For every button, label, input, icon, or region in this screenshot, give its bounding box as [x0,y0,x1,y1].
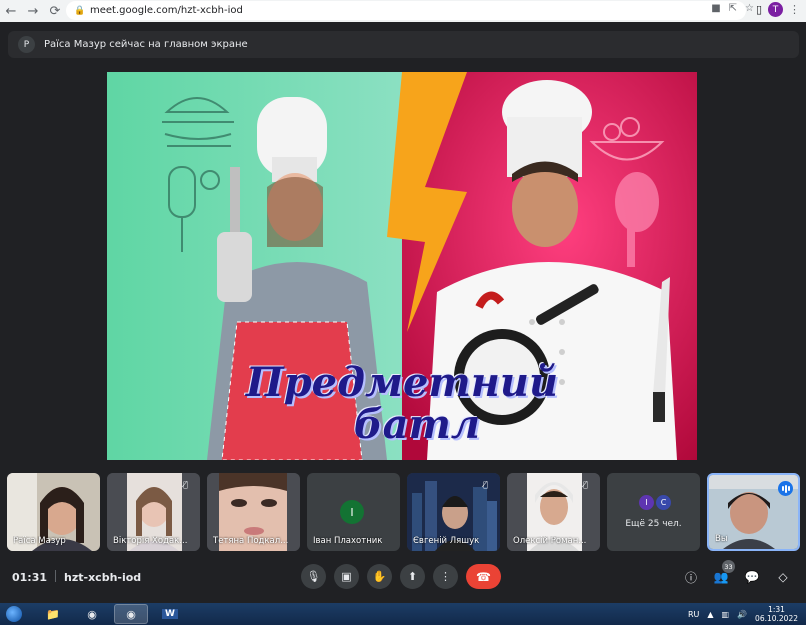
participant-name: Євгеній Ляшук [413,536,480,546]
side-panel-icon[interactable]: ▯ [756,3,762,16]
clock-time: 1:31 [768,605,785,614]
meeting-details-button[interactable]: ⓘ [682,568,700,586]
hang-up-icon: ☎ [476,569,491,584]
profile-avatar[interactable]: T [768,2,783,17]
participant-tile[interactable]: 🎙̸ Олексій Роман... [507,473,600,551]
activities-icon: ◇ [778,570,788,584]
address-bar[interactable]: 🔒 meet.google.com/hzt-xcbh-iod [66,1,746,20]
participant-tile[interactable]: Тетяна Подкал... [207,473,300,551]
speaking-indicator-icon [778,481,793,496]
slide-title-line1: Предметний [245,359,559,406]
participant-name: Іван Плахотник [313,536,383,546]
participant-tile[interactable]: І Іван Плахотник [307,473,400,551]
meeting-code: hzt-xcbh-iod [64,571,142,584]
presenter-avatar: Р [18,36,35,53]
omnibox-actions: ■ ⇱ ☆ [711,3,754,14]
start-button[interactable] [0,603,28,625]
network-icon[interactable]: ▥ [722,610,730,619]
lock-icon: 🔒 [74,5,86,16]
chrome-right-controls: ▯ T ⋮ [756,2,800,17]
microphone-icon: 🎙 [306,570,321,583]
folder-icon: 📁 [46,607,60,621]
camera-button[interactable]: ▣ [334,564,359,589]
activities-button[interactable]: ◇ [774,568,792,586]
meeting-time: 01:31 [12,571,48,584]
participant-name: Раїса Мазур [13,536,66,546]
browser-menu-icon[interactable]: ⋮ [789,3,800,16]
present-screen-icon: ⬆ [407,570,418,583]
camera-indicator-icon[interactable]: ■ [711,3,720,14]
chat-icon: 💬 [744,570,760,584]
mic-off-icon: 🎙̸ [483,480,488,489]
reload-icon[interactable]: ⟳ [44,0,66,22]
meeting-controls: 01:31 hzt-xcbh-iod 🎙 ▣ ✋ ⬆ ⋮ ☎ ⓘ 👥 33 💬 ◇ [0,560,806,595]
clock-date: 06.10.2022 [755,614,798,623]
slide-title: Предметний батл [107,362,697,446]
shared-screen: Предметний батл [107,72,697,460]
back-icon[interactable]: ← [0,0,22,22]
self-view-tile[interactable]: Вы [707,473,800,551]
forward-icon[interactable]: → [22,0,44,22]
participant-name: Вы [715,534,728,544]
participant-name: Тетяна Подкал... [213,536,289,546]
chrome-icon: ◉ [126,607,136,621]
word-taskbar-button[interactable]: W [153,604,187,624]
more-vert-icon: ⋮ [440,570,451,583]
participant-avatar: І [340,500,364,524]
url-text: meet.google.com/hzt-xcbh-iod [90,5,243,16]
participant-name: Олексій Роман... [513,536,587,546]
chrome-icon: ◉ [87,607,97,621]
hand-icon: ✋ [372,570,387,583]
share-icon[interactable]: ⇱ [729,3,737,14]
presenting-banner: Р Раїса Мазур сейчас на главном экране [8,31,799,58]
participant-avatar: І [639,495,654,510]
more-participants-avatars: І С [639,495,671,510]
os-taskbar: 📁 ◉ ◉ W RU ▲ ▥ 🔊 1:31 06.10.2022 [0,603,806,625]
tray-expand-icon[interactable]: ▲ [707,610,713,619]
participant-avatar: С [656,495,671,510]
mic-off-icon: 🎙̸ [583,480,588,489]
system-tray: RU ▲ ▥ 🔊 1:31 06.10.2022 [688,605,798,623]
mic-off-icon: 🎙̸ [183,480,188,489]
language-indicator[interactable]: RU [688,610,699,619]
chrome-active-taskbar-button[interactable]: ◉ [114,604,148,624]
camera-icon: ▣ [341,570,352,583]
participant-tile[interactable]: 🎙̸ Євгеній Ляшук [407,473,500,551]
explorer-taskbar-button[interactable]: 📁 [36,604,70,624]
browser-toolbar: ← → ⟳ 🔒 meet.google.com/hzt-xcbh-iod ■ ⇱… [0,0,806,22]
word-icon: W [162,609,178,619]
participant-name: Вікторія Ходак... [113,536,188,546]
windows-logo-icon [6,606,22,622]
slide-title-line2: батл [353,401,481,448]
microphone-button[interactable]: 🎙 [301,564,326,589]
chrome-taskbar-button[interactable]: ◉ [75,604,109,624]
participant-count-badge: 33 [722,560,735,573]
present-button[interactable]: ⬆ [400,564,425,589]
volume-icon[interactable]: 🔊 [737,610,747,619]
star-icon[interactable]: ☆ [745,3,754,14]
more-participants-label: Ещё 25 чел. [625,519,682,529]
participant-tile[interactable]: Раїса Мазур [7,473,100,551]
more-options-button[interactable]: ⋮ [433,564,458,589]
participant-tile[interactable]: 🎙̸ Вікторія Ходак... [107,473,200,551]
raise-hand-button[interactable]: ✋ [367,564,392,589]
more-participants-tile[interactable]: І С Ещё 25 чел. [607,473,700,551]
chat-button[interactable]: 💬 [743,568,761,586]
meeting-info: 01:31 hzt-xcbh-iod [12,570,141,584]
system-clock[interactable]: 1:31 06.10.2022 [755,605,798,623]
info-icon: ⓘ [684,570,697,585]
participant-strip: Раїса Мазур 🎙̸ Вікторія Ходак... Тетяна … [0,473,806,552]
leave-call-button[interactable]: ☎ [466,564,501,589]
presenting-text: Раїса Мазур сейчас на главном экране [44,39,248,50]
